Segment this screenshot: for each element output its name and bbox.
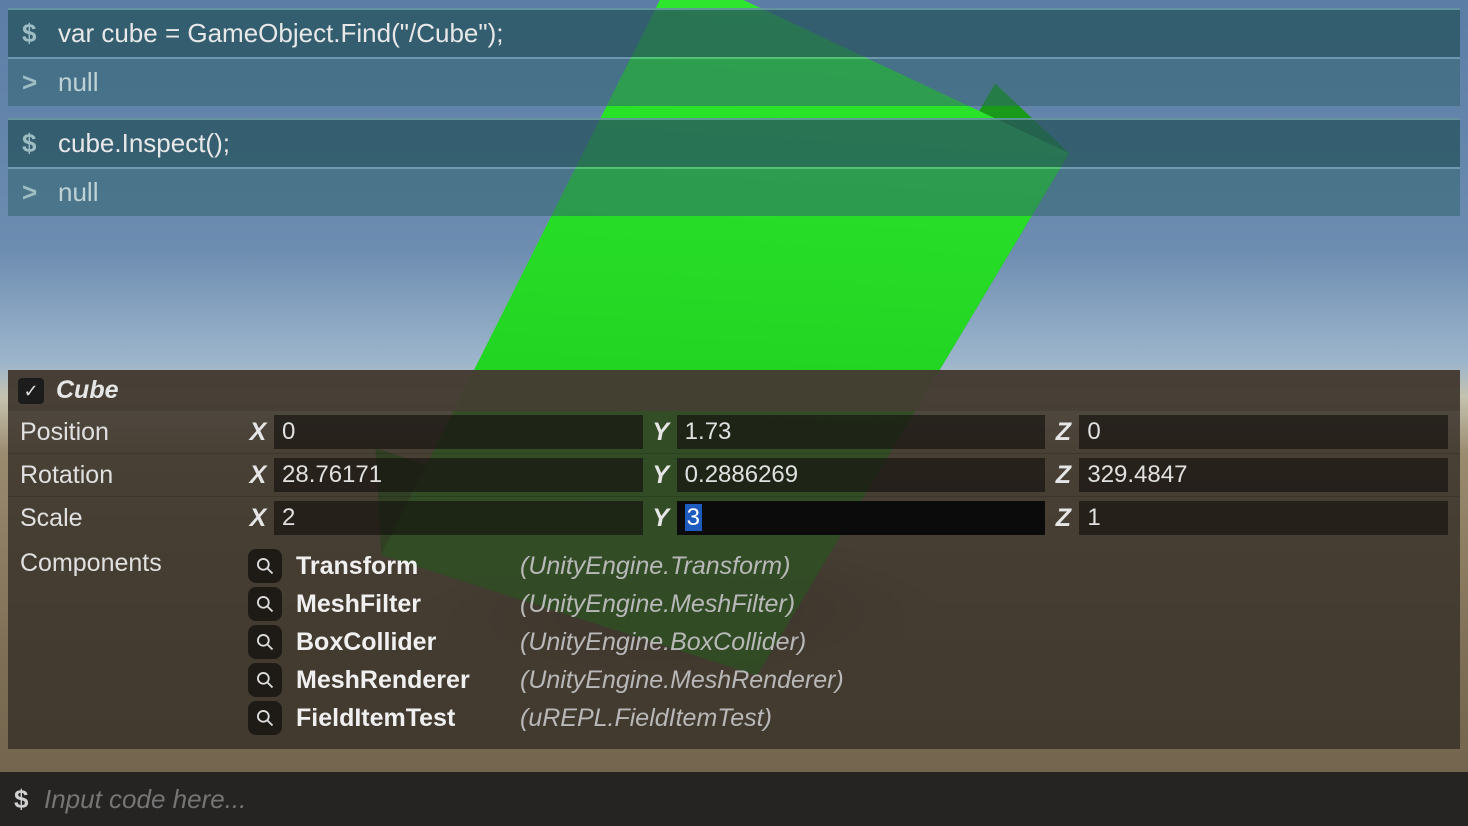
row-position: Position X 0 Y 1.73 Z 0 (8, 411, 1460, 453)
rotation-x-input[interactable]: 28.76171 (274, 458, 643, 492)
repl-output-text: null (58, 177, 98, 208)
axis-label-z: Z (1051, 418, 1075, 447)
component-type: (uREPL.FieldItemTest) (520, 704, 772, 733)
component-item: FieldItemTest (uREPL.FieldItemTest) (248, 701, 844, 735)
component-type: (UnityEngine.Transform) (520, 552, 790, 581)
repl-command-text: cube.Inspect(); (58, 128, 230, 159)
component-type: (UnityEngine.BoxCollider) (520, 628, 806, 657)
repl-output-line: > null (8, 169, 1460, 216)
axis-label-z: Z (1051, 504, 1075, 533)
inspect-icon[interactable] (248, 549, 282, 583)
rotation-z-input[interactable]: 329.4847 (1079, 458, 1448, 492)
output-symbol: > (22, 67, 58, 98)
inspect-icon[interactable] (248, 663, 282, 697)
components-section: Components Transform (UnityEngine.Transfo… (8, 539, 1460, 749)
component-item: MeshRenderer (UnityEngine.MeshRenderer) (248, 663, 844, 697)
inspector-panel: ✓ Cube Position X 0 Y 1.73 Z 0 Rotation … (8, 370, 1460, 749)
cube-3d (700, 310, 701, 311)
repl-input-bar: $ (0, 772, 1468, 826)
axis-label-y: Y (649, 504, 673, 533)
scale-x-input[interactable]: 2 (274, 501, 643, 535)
position-x-input[interactable]: 0 (274, 415, 643, 449)
repl-input[interactable] (44, 784, 1454, 815)
axis-label-y: Y (649, 461, 673, 490)
axis-label-z: Z (1051, 461, 1075, 490)
check-icon: ✓ (23, 382, 38, 400)
repl-command-line: $ cube.Inspect(); (8, 118, 1460, 167)
component-name: Transform (296, 552, 506, 581)
prompt-symbol: $ (14, 784, 44, 815)
repl-command-text: var cube = GameObject.Find("/Cube"); (58, 18, 503, 49)
object-name: Cube (56, 376, 119, 405)
repl-block: $ var cube = GameObject.Find("/Cube"); >… (8, 8, 1460, 106)
repl-output-text: null (58, 67, 98, 98)
components-label: Components (20, 549, 248, 735)
prompt-symbol: $ (22, 128, 58, 159)
scale-y-input[interactable]: 3 (677, 501, 1046, 535)
component-type: (UnityEngine.MeshFilter) (520, 590, 795, 619)
scale-z-input[interactable]: 1 (1079, 501, 1448, 535)
component-type: (UnityEngine.MeshRenderer) (520, 666, 844, 695)
row-scale: Scale X 2 Y 3 Z 1 (8, 496, 1460, 539)
inspector-header: ✓ Cube (8, 370, 1460, 411)
axis-label-x: X (246, 418, 270, 447)
inspect-icon[interactable] (248, 701, 282, 735)
component-item: BoxCollider (UnityEngine.BoxCollider) (248, 625, 844, 659)
axis-label-x: X (246, 461, 270, 490)
row-rotation: Rotation X 28.76171 Y 0.2886269 Z 329.48… (8, 453, 1460, 496)
output-symbol: > (22, 177, 58, 208)
enabled-checkbox[interactable]: ✓ (18, 378, 44, 404)
component-name: BoxCollider (296, 628, 506, 657)
rotation-y-input[interactable]: 0.2886269 (677, 458, 1046, 492)
repl-output-line: > null (8, 59, 1460, 106)
component-item: MeshFilter (UnityEngine.MeshFilter) (248, 587, 844, 621)
component-name: MeshFilter (296, 590, 506, 619)
position-y-input[interactable]: 1.73 (677, 415, 1046, 449)
prompt-symbol: $ (22, 18, 58, 49)
component-name: FieldItemTest (296, 704, 506, 733)
row-label-position: Position (20, 418, 240, 447)
repl-command-line: $ var cube = GameObject.Find("/Cube"); (8, 8, 1460, 57)
inspect-icon[interactable] (248, 625, 282, 659)
component-item: Transform (UnityEngine.Transform) (248, 549, 844, 583)
row-label-rotation: Rotation (20, 461, 240, 490)
row-label-scale: Scale (20, 504, 240, 533)
axis-label-x: X (246, 504, 270, 533)
repl-history: $ var cube = GameObject.Find("/Cube"); >… (0, 0, 1468, 228)
component-name: MeshRenderer (296, 666, 506, 695)
inspect-icon[interactable] (248, 587, 282, 621)
axis-label-y: Y (649, 418, 673, 447)
repl-block: $ cube.Inspect(); > null (8, 118, 1460, 216)
position-z-input[interactable]: 0 (1079, 415, 1448, 449)
